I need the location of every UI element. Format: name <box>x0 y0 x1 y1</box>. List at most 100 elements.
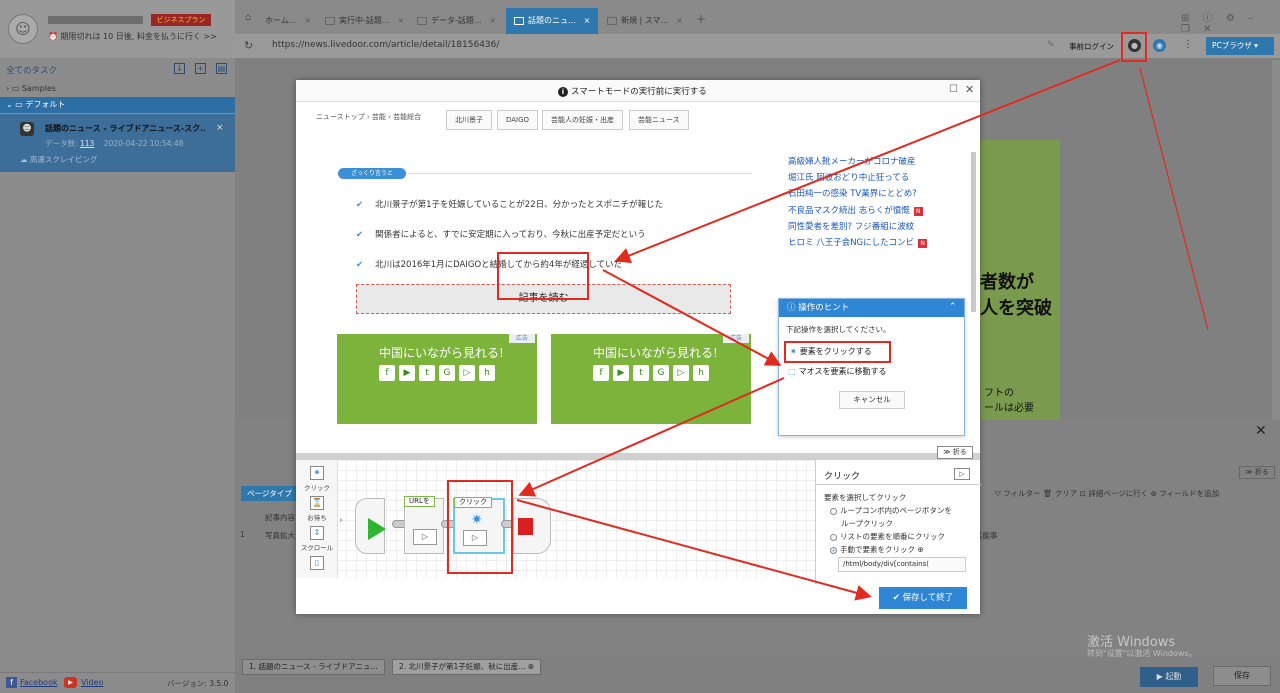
check-icon: ✔ <box>356 230 364 240</box>
facebook-link[interactable]: Facebook <box>20 678 58 687</box>
data-toolbar[interactable]: ▽ フィルター 🗑 クリア ⊡ 詳細ページに行く ⊕ フィールドを追加 <box>995 488 1219 499</box>
folder-icon[interactable]: ▤ <box>216 63 227 74</box>
globe-icon[interactable]: ◉ <box>1153 39 1166 52</box>
stop-icon[interactable] <box>518 518 533 535</box>
ad-banner[interactable]: 中国にいながら見れる! 広告 f ▶ t G ▷ h <box>551 334 751 424</box>
close-icon[interactable]: × <box>676 16 683 25</box>
xpath-input[interactable]: /html/body/div[contains( <box>838 557 966 572</box>
related-link[interactable]: 堀江氏 阿波おどり中止狂ってる <box>788 170 968 186</box>
browser-mode-dropdown[interactable]: PCブラウザ ▾ <box>1206 37 1274 55</box>
collapse-icon[interactable]: ⌃ <box>949 302 957 312</box>
mouse-move-option[interactable]: ⬚ マオスを要素に移動する <box>788 366 887 377</box>
tool-wait[interactable]: ⌛ お待ち <box>296 496 338 522</box>
close-icon[interactable]: × <box>304 16 311 25</box>
tag-button[interactable]: 芸能人の妊娠・出産 <box>542 110 623 130</box>
tab-news[interactable]: 話題のニュ... × <box>506 8 599 34</box>
related-link[interactable]: ヒロミ 八王子会NGにしたコンビ N <box>788 235 968 251</box>
play-icon[interactable] <box>368 518 386 540</box>
folder-default[interactable]: ⌄ ▭ デフォルト <box>0 97 235 113</box>
related-link[interactable]: 同性愛者を差別? フジ番組に波紋 <box>788 219 968 235</box>
ad-banner[interactable]: 中国にいながら見れる! 広告 f ▶ t G ▷ h <box>337 334 537 424</box>
home-icon[interactable]: ⌂ <box>245 12 251 23</box>
tab-home[interactable]: ホーム... × <box>257 8 319 34</box>
hint-subtitle: 下記操作を選択してください。 <box>786 325 891 334</box>
cloud-scraping-label: 高速スクレイピング <box>29 155 98 164</box>
maximize-icon[interactable]: ☐ <box>949 84 958 95</box>
task-item[interactable]: ☻ 話題のニュース - ライブドアニュース-スク... × データ数: 113 … <box>0 114 235 172</box>
data-count-link[interactable]: 113 <box>80 139 94 148</box>
chevron-right-icon[interactable]: › <box>339 515 343 526</box>
page-icon <box>325 16 335 25</box>
tag-button[interactable]: DAIGO <box>497 110 539 130</box>
close-icon[interactable]: ⊗ <box>528 662 534 671</box>
tool-more[interactable]: ▯ <box>296 556 338 572</box>
click-element-option[interactable]: ✷ 要素をクリックする <box>784 341 891 363</box>
close-icon[interactable]: ✕ <box>965 83 974 96</box>
option-loop-page-label: ループコンボ内のページボタンを <box>840 506 952 515</box>
page-icon <box>514 16 524 25</box>
radio-button[interactable] <box>830 533 837 541</box>
run-step-icon[interactable]: ▷ <box>954 468 970 480</box>
web-scrollbar[interactable] <box>971 152 976 312</box>
hint-header: ⓘ 操作のヒント <box>779 299 964 317</box>
page-tab-2[interactable]: 2. 北川景子が第1子妊娠、秋に出産... ⊗ <box>392 659 542 675</box>
folder-default-label: デフォルト <box>25 100 66 109</box>
check-icon: ✔ <box>356 200 364 210</box>
tag-button[interactable]: 芸能ニュース <box>629 110 689 130</box>
edit-icon[interactable]: ✎ <box>1047 40 1055 50</box>
new-task-icon[interactable]: + <box>195 63 206 74</box>
new-badge: N <box>913 206 923 216</box>
close-icon[interactable]: × <box>398 16 405 25</box>
target-icon[interactable]: ⊕ <box>917 545 923 554</box>
save-and-finish-button[interactable]: ✔ 保存して終了 <box>879 587 967 609</box>
tag-button[interactable]: 北川景子 <box>446 110 492 130</box>
related-link[interactable]: 高級婦人靴メーカーがコロナ破産 <box>788 154 968 170</box>
panel-divider[interactable] <box>296 453 980 460</box>
facebook-icon[interactable]: f <box>6 677 17 688</box>
page-tab-1[interactable]: 1. 話題のニュース - ライブドアニュ... <box>242 659 385 675</box>
related-link[interactable]: 不良品マスク続出 志らくが憤慨 N <box>788 203 968 219</box>
page-type-button[interactable]: ページタイプ <box>241 486 303 501</box>
folder-samples[interactable]: › ▭ Samples <box>0 82 235 96</box>
breadcrumb[interactable]: ニューストップ › 芸能 › 芸能総合 <box>316 112 421 122</box>
video-link[interactable]: Video <box>81 678 103 687</box>
cloud-scraping[interactable]: ☁ 高速スクレイピング <box>20 154 97 165</box>
all-tasks-label[interactable]: 全てのタスク <box>6 64 57 76</box>
option-loop-page[interactable]: ループコンボ内のページボタンを <box>830 505 952 516</box>
tab-running[interactable]: 実行中-話題... × <box>317 8 412 34</box>
related-link[interactable]: 石田純一の感染 TV業界にとどめ? <box>788 186 968 202</box>
page-scrollbar[interactable] <box>1272 60 1280 420</box>
expire-link[interactable]: ⏰ 期限切れは 10 日後, 料金を払うに行く >> <box>48 31 217 42</box>
close-icon[interactable]: ✕ <box>1255 423 1267 439</box>
more-icon[interactable]: ⋮ <box>1183 39 1193 50</box>
video-icon[interactable]: ▶ <box>64 677 77 688</box>
step-open-url[interactable]: URLを ▷ <box>404 496 444 554</box>
radio-button-selected[interactable] <box>830 546 837 554</box>
avatar[interactable]: ☺ <box>8 14 38 44</box>
pre-login-button[interactable]: 事前ログイン <box>1069 41 1114 52</box>
fold-button[interactable]: ≫ 折る <box>937 446 973 459</box>
tool-click[interactable]: ✷ クリック <box>296 466 338 492</box>
import-icon[interactable]: ↓ <box>174 63 185 74</box>
cancel-button[interactable]: キャンセル <box>839 391 905 409</box>
option-manual-click[interactable]: 手動で要素をクリック ⊕ <box>830 544 924 555</box>
username-redacted <box>48 16 143 24</box>
radio-button[interactable] <box>830 507 837 515</box>
tab-new[interactable]: 新規 | スマ... × <box>599 8 691 34</box>
close-icon[interactable]: × <box>216 123 224 133</box>
url-field[interactable]: https://news.livedoor.com/article/detail… <box>272 40 499 50</box>
close-icon[interactable]: × <box>584 16 591 25</box>
tool-scroll-label: スクロール <box>300 544 334 552</box>
close-icon[interactable]: × <box>490 16 497 25</box>
fold-button[interactable]: ≫ 折る <box>1239 466 1275 479</box>
refresh-icon[interactable]: ↻ <box>244 39 253 52</box>
tool-scroll[interactable]: ⇕ スクロール <box>296 526 338 552</box>
start-button[interactable]: ▶ 起動 <box>1140 667 1198 687</box>
ad-tag: 広告 <box>723 334 749 343</box>
window-controls[interactable]: ⊞ ⓘ ⚙ – ❐ ✕ <box>1181 9 1280 35</box>
add-tab-icon[interactable]: + <box>696 12 706 26</box>
run-step-icon[interactable]: ▷ <box>413 529 437 545</box>
tab-data[interactable]: データ-話題... × <box>409 8 504 34</box>
option-list-click[interactable]: リストの要素を順番にクリック <box>830 531 945 542</box>
save-button[interactable]: 保存 <box>1213 666 1271 686</box>
